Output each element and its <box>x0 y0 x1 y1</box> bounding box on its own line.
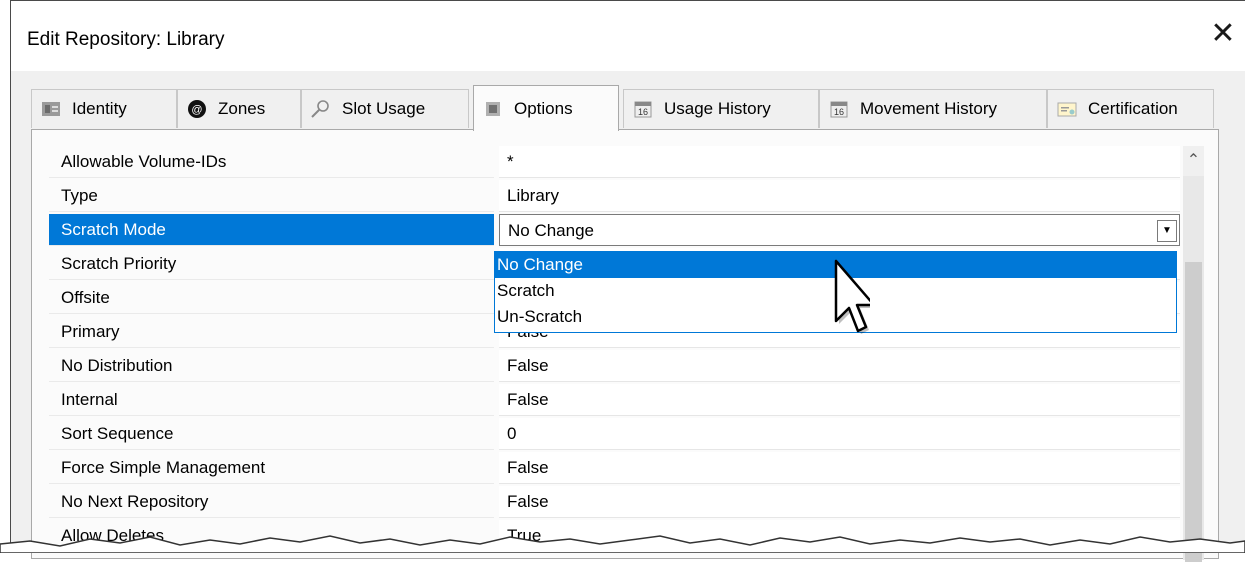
scroll-up-icon[interactable]: ⌃ <box>1183 146 1204 176</box>
property-name: Scratch Mode <box>49 214 494 246</box>
property-row[interactable]: No Distribution False <box>49 350 1199 383</box>
property-row[interactable]: Sort Sequence 0 <box>49 418 1199 451</box>
tab-label: Identity <box>72 99 127 118</box>
dropdown-arrow-icon[interactable]: ▼ <box>1157 220 1177 242</box>
property-row[interactable]: Type Library <box>49 180 1199 213</box>
tab-identity[interactable]: Identity <box>31 89 177 128</box>
property-name: Offsite <box>49 282 494 314</box>
zones-icon: @ <box>186 99 208 119</box>
vertical-scrollbar[interactable]: ⌃ <box>1183 146 1204 562</box>
tab-slot-usage[interactable]: Slot Usage <box>301 89 469 128</box>
scrollbar-thumb[interactable] <box>1185 262 1202 562</box>
calendar-icon: 16 <box>828 99 850 119</box>
property-row-selected[interactable]: Scratch Mode No Change ▼ <box>49 214 1199 247</box>
property-name: Type <box>49 180 494 212</box>
options-icon <box>482 99 504 119</box>
property-value[interactable]: 0 <box>499 418 1180 450</box>
dialog-title: Edit Repository: Library <box>27 29 225 50</box>
property-name: Allowable Volume-IDs <box>49 146 494 178</box>
close-icon[interactable]: ✕ <box>1208 19 1238 49</box>
scratch-mode-select[interactable]: No Change ▼ <box>499 214 1180 246</box>
certificate-icon <box>1056 99 1078 119</box>
property-value[interactable]: False <box>499 452 1180 484</box>
tab-label: Slot Usage <box>342 99 426 118</box>
torn-edge <box>0 535 1245 553</box>
tab-label: Movement History <box>860 99 997 118</box>
property-row[interactable]: Force Simple Management False <box>49 452 1199 485</box>
mouse-pointer-icon <box>834 259 870 334</box>
property-row[interactable]: No Next Repository False <box>49 486 1199 519</box>
tab-label: Usage History <box>664 99 771 118</box>
tab-label: Options <box>514 98 573 118</box>
property-value[interactable]: False <box>499 486 1180 518</box>
options-panel: Allowable Volume-IDs * Type Library Scra… <box>31 129 1219 562</box>
calendar-icon: 16 <box>632 99 654 119</box>
property-name: Internal <box>49 384 494 416</box>
property-value[interactable]: Library <box>499 180 1180 212</box>
property-name: No Distribution <box>49 350 494 382</box>
property-name: No Next Repository <box>49 486 494 518</box>
tab-options[interactable]: Options <box>473 85 619 131</box>
property-value[interactable]: False <box>499 350 1180 382</box>
property-name: Scratch Priority <box>49 248 494 280</box>
property-name: Primary <box>49 316 494 348</box>
tab-certification[interactable]: Certification <box>1047 89 1214 128</box>
property-value[interactable]: False <box>499 384 1180 416</box>
tab-movement-history[interactable]: 16 Movement History <box>819 89 1047 128</box>
svg-text:@: @ <box>191 104 202 116</box>
svg-text:16: 16 <box>638 107 648 117</box>
tab-zones[interactable]: @ Zones <box>177 89 301 128</box>
property-row[interactable]: Allowable Volume-IDs * <box>49 146 1199 179</box>
property-name: Force Simple Management <box>49 452 494 484</box>
property-value[interactable]: * <box>499 146 1180 178</box>
tab-usage-history[interactable]: 16 Usage History <box>623 89 819 128</box>
svg-text:16: 16 <box>834 107 844 117</box>
title-bar: Edit Repository: Library ✕ <box>11 1 1245 71</box>
property-row[interactable]: Internal False <box>49 384 1199 417</box>
select-value: No Change <box>508 221 595 240</box>
tab-label: Zones <box>218 99 266 118</box>
property-name: Sort Sequence <box>49 418 494 450</box>
search-icon <box>310 99 332 119</box>
identity-icon <box>40 99 62 119</box>
tab-label: Certification <box>1088 99 1178 118</box>
